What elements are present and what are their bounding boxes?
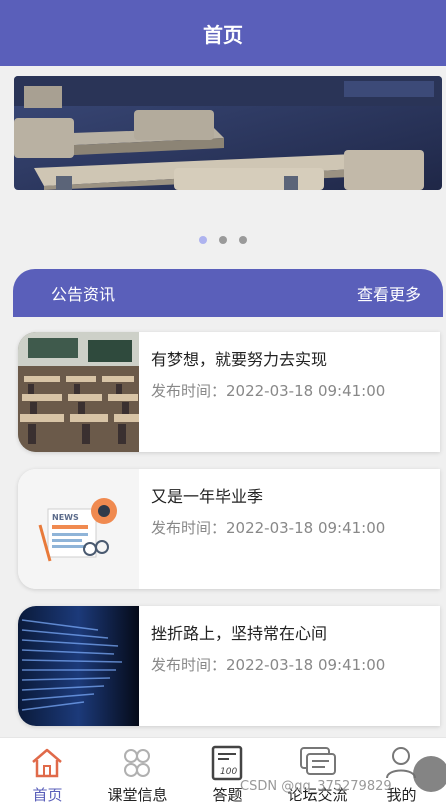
quiz-sheet-icon: 100	[207, 744, 247, 782]
floating-assistive-button[interactable]	[413, 756, 446, 792]
tab-class-info[interactable]: 课堂信息	[93, 738, 182, 808]
article-card[interactable]: 挫折路上，坚持常在心间 发布时间：2022-03-18 09:41:00	[18, 606, 440, 726]
article-card[interactable]: NEWS 又是一年毕业季 发布时间：2022-03-18 09:41:00	[18, 469, 440, 589]
banner-carousel[interactable]	[0, 66, 446, 248]
article-title: 挫折路上，坚持常在心间	[151, 624, 328, 643]
tab-quiz[interactable]: 100 答题	[183, 738, 272, 808]
article-card[interactable]: 有梦想，就要努力去实现 发布时间：2022-03-18 09:41:00	[18, 332, 440, 452]
clover-icon	[117, 744, 157, 782]
page-title: 首页	[203, 22, 243, 47]
carousel-dot[interactable]	[199, 236, 207, 244]
notice-title: 公告资讯	[51, 285, 116, 304]
svg-text:100: 100	[220, 767, 237, 777]
tab-home[interactable]: 首页	[3, 738, 92, 808]
view-more-link[interactable]: 查看更多	[357, 281, 421, 305]
tab-label: 课堂信息	[107, 786, 168, 804]
article-thumbnail: NEWS	[18, 469, 139, 589]
article-title: 有梦想，就要努力去实现	[151, 350, 328, 369]
article-thumbnail	[18, 606, 139, 726]
article-thumbnail	[18, 332, 139, 452]
tab-label: 首页	[32, 786, 63, 804]
home-icon	[27, 744, 67, 782]
tab-forum[interactable]: 论坛交流	[273, 738, 362, 808]
svg-text:NEWS: NEWS	[52, 513, 79, 522]
chat-bubble-icon	[297, 744, 337, 782]
article-publish-time: 发布时间：2022-03-18 09:41:00	[151, 519, 386, 537]
carousel-dot[interactable]	[239, 236, 247, 244]
page-header: 首页	[0, 0, 446, 66]
watermark-text: CSDN @qq_375279829	[240, 779, 392, 794]
article-publish-time: 发布时间：2022-03-18 09:41:00	[151, 656, 386, 674]
bottom-tab-bar: 首页 课堂信息 100 答题 论坛交流 我的	[0, 737, 446, 808]
article-publish-time: 发布时间：2022-03-18 09:41:00	[151, 382, 386, 400]
article-title: 又是一年毕业季	[151, 487, 264, 506]
banner-image[interactable]	[14, 76, 442, 190]
carousel-indicators	[0, 236, 446, 244]
notice-section-header: 公告资讯 查看更多	[13, 269, 443, 317]
carousel-dot[interactable]	[219, 236, 227, 244]
